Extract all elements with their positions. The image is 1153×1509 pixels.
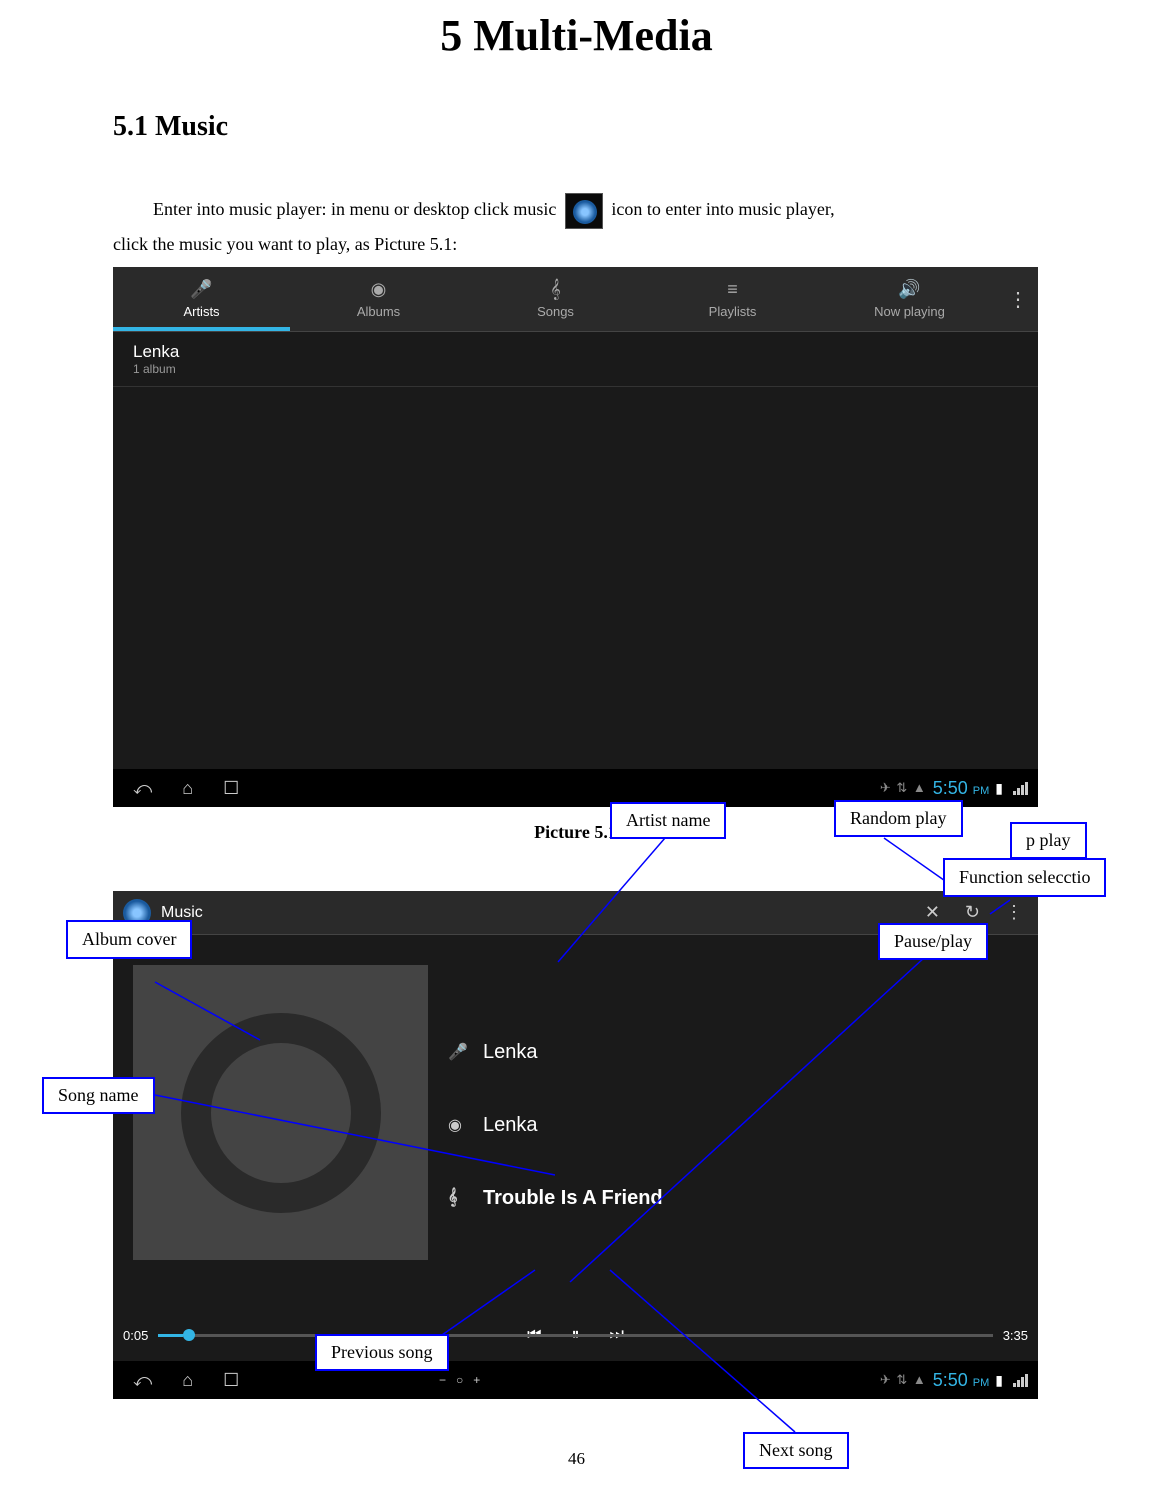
wifi-icon — [1013, 782, 1028, 795]
volume-down-icon[interactable]: − — [439, 1373, 446, 1387]
mic-icon: 🎤 — [190, 279, 212, 300]
artist-list-item[interactable]: Lenka 1 album — [113, 332, 1038, 387]
note-icon: 𝄞 — [550, 279, 561, 300]
callout-song-name: Song name — [42, 1077, 155, 1114]
tab-playlists[interactable]: ≡ Playlists — [644, 267, 821, 331]
callout-function-selection: Function selecctio — [943, 858, 1106, 897]
callout-loop-play: p play — [1010, 822, 1087, 859]
music-app-icon — [565, 193, 603, 229]
callout-previous-song: Previous song — [315, 1334, 449, 1371]
time-total: 3:35 — [1003, 1328, 1028, 1343]
signal-icons: ✈ ⇅ ▲ — [880, 780, 927, 796]
callout-random-play: Random play — [834, 800, 963, 837]
signal-icons: ✈ ⇅ ▲ — [880, 1372, 927, 1388]
tab-albums[interactable]: ◉ Albums — [290, 267, 467, 331]
album-artwork — [133, 965, 428, 1260]
overflow-menu-button[interactable]: ⋮ — [998, 267, 1038, 331]
wifi-icon — [1013, 1374, 1028, 1387]
callout-artist-name: Artist name — [610, 802, 726, 839]
status-time: 5:50 PM — [933, 1370, 990, 1391]
chapter-title: 5 Multi-Media — [0, 0, 1153, 61]
callout-album-cover: Album cover — [66, 920, 192, 959]
tab-now-playing[interactable]: 🔊 Now playing — [821, 267, 998, 331]
volume-up-icon[interactable]: + — [473, 1373, 480, 1387]
music-library-screenshot: 🎤 Artists ◉ Albums 𝄞 Songs ≡ Playlists 🔊… — [113, 267, 1038, 807]
seek-bar[interactable] — [158, 1334, 992, 1337]
list-icon: ≡ — [727, 279, 738, 300]
page-number: 46 — [0, 1449, 1153, 1469]
tab-artists[interactable]: 🎤 Artists — [113, 267, 290, 331]
section-title: 5.1 Music — [0, 61, 1153, 143]
disc-icon: ◉ — [371, 279, 387, 300]
repeat-icon[interactable]: ↻ — [965, 902, 980, 923]
note-icon: 𝄞 — [448, 1189, 468, 1207]
artist-name: Lenka — [133, 342, 1018, 362]
disc-icon: ◉ — [448, 1115, 468, 1135]
app-title: Music — [161, 904, 203, 922]
artist-row: 🎤 Lenka — [448, 1041, 1038, 1064]
home-button[interactable]: ⌂ — [182, 778, 193, 799]
callout-next-song: Next song — [743, 1432, 849, 1469]
overflow-icon[interactable]: ⋮ — [1005, 902, 1023, 923]
mic-icon: 🎤 — [448, 1042, 468, 1062]
song-row: 𝄞 Trouble Is A Friend — [448, 1187, 1038, 1210]
recent-button[interactable]: ☐ — [223, 778, 239, 799]
battery-icon: ▮ — [995, 1372, 1003, 1389]
battery-icon: ▮ — [995, 780, 1003, 797]
tab-songs[interactable]: 𝄞 Songs — [467, 267, 644, 331]
album-count: 1 album — [133, 362, 1018, 376]
album-row: ◉ Lenka — [448, 1114, 1038, 1137]
recent-button[interactable]: ☐ — [223, 1370, 239, 1391]
back-button[interactable]: ⤺ — [133, 1370, 152, 1391]
shuffle-icon[interactable]: ✕ — [925, 902, 940, 923]
speaker-icon: 🔊 — [898, 279, 920, 300]
intro-paragraph: Enter into music player: in menu or desk… — [0, 143, 1153, 259]
now-playing-screenshot: Music ✕ ↻ ⋮ 🎤 Lenka ◉ Lenka 𝄞 T — [113, 891, 1038, 1399]
home-button[interactable]: ⌂ — [182, 1370, 193, 1391]
navigation-bar-2: ⤺ ⌂ ☐ − ○ + ✈ ⇅ ▲ 5:50 PM ▮ — [113, 1361, 1038, 1399]
status-time: 5:50 PM — [933, 778, 990, 799]
time-elapsed: 0:05 — [123, 1328, 148, 1343]
back-button[interactable]: ⤺ — [133, 778, 152, 799]
callout-pause-play: Pause/play — [878, 923, 988, 960]
